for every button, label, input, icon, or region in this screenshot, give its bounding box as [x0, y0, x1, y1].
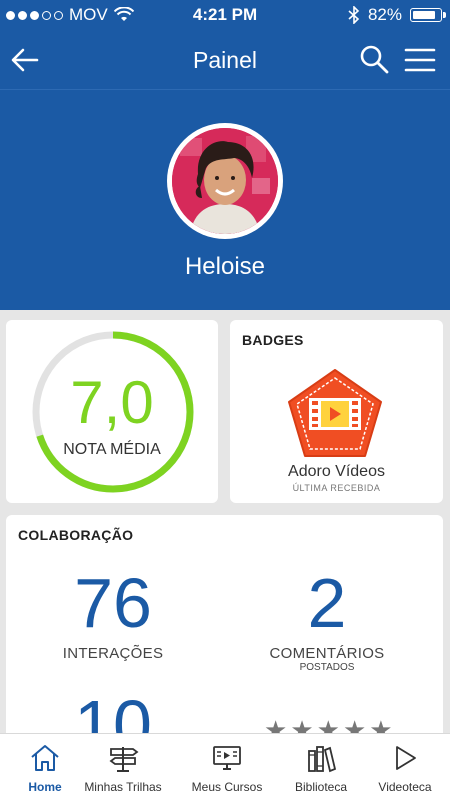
collaboration-title: COLABORAÇÃO: [18, 527, 134, 543]
bluetooth-icon: [348, 6, 360, 24]
status-right: 82%: [348, 5, 446, 25]
monitor-icon: [213, 746, 241, 770]
tab-label: Home: [28, 780, 62, 794]
grade-value: 7,0: [70, 369, 154, 436]
badges-card[interactable]: BADGES Adoro Vídeos ÚLTIMA RECEBIDA: [230, 320, 443, 503]
grade-label: NOTA MÉDIA: [63, 441, 161, 458]
signpost-icon: [109, 747, 139, 772]
collaboration-card[interactable]: COLABORAÇÃO 76 INTERAÇÕES 2 COMENTÁRIOS …: [6, 515, 443, 755]
tab-minhas-trilhas[interactable]: Minhas Trilhas: [78, 734, 168, 800]
comments-label: COMENTÁRIOS: [269, 645, 385, 662]
tab-label: Meus Cursos: [191, 780, 263, 794]
interactions-label: INTERAÇÕES: [62, 645, 164, 662]
hamburger-menu-icon[interactable]: [404, 46, 436, 74]
comments-sublabel: POSTADOS: [299, 662, 355, 673]
badge-subtitle: ÚLTIMA RECEBIDA: [292, 483, 381, 493]
tab-videoteca[interactable]: Videoteca: [360, 734, 450, 800]
books-icon: [308, 746, 337, 773]
badges-title: BADGES: [242, 332, 304, 348]
nav-bar: Painel: [0, 30, 450, 90]
badge-name: Adoro Vídeos: [288, 463, 385, 480]
profile-header: Heloise: [0, 90, 450, 310]
tab-label: Videoteca: [378, 780, 432, 794]
tab-label: Minhas Trilhas: [84, 780, 162, 794]
play-icon: [396, 746, 416, 770]
tab-home[interactable]: Home: [0, 734, 90, 800]
comments-count: 2: [307, 564, 347, 642]
video-badge-icon: [288, 369, 382, 457]
tab-meus-cursos[interactable]: Meus Cursos: [182, 734, 272, 800]
tab-biblioteca[interactable]: Biblioteca: [276, 734, 366, 800]
battery-percent: 82%: [367, 5, 402, 24]
home-icon: [31, 745, 59, 771]
avatar[interactable]: [167, 123, 283, 239]
status-bar: MOV 4:21 PM 82%: [0, 0, 450, 30]
tab-label: Biblioteca: [294, 780, 348, 794]
bottom-tab-bar: Home Minhas Trilhas Meus Cursos Bibliote…: [0, 733, 450, 800]
interactions-count: 76: [74, 564, 152, 642]
battery-icon: [410, 8, 446, 22]
profile-name: Heloise: [184, 253, 266, 280]
grade-card[interactable]: 7,0 NOTA MÉDIA: [6, 320, 218, 503]
search-icon[interactable]: [359, 44, 389, 74]
avatar-photo: [172, 128, 278, 234]
